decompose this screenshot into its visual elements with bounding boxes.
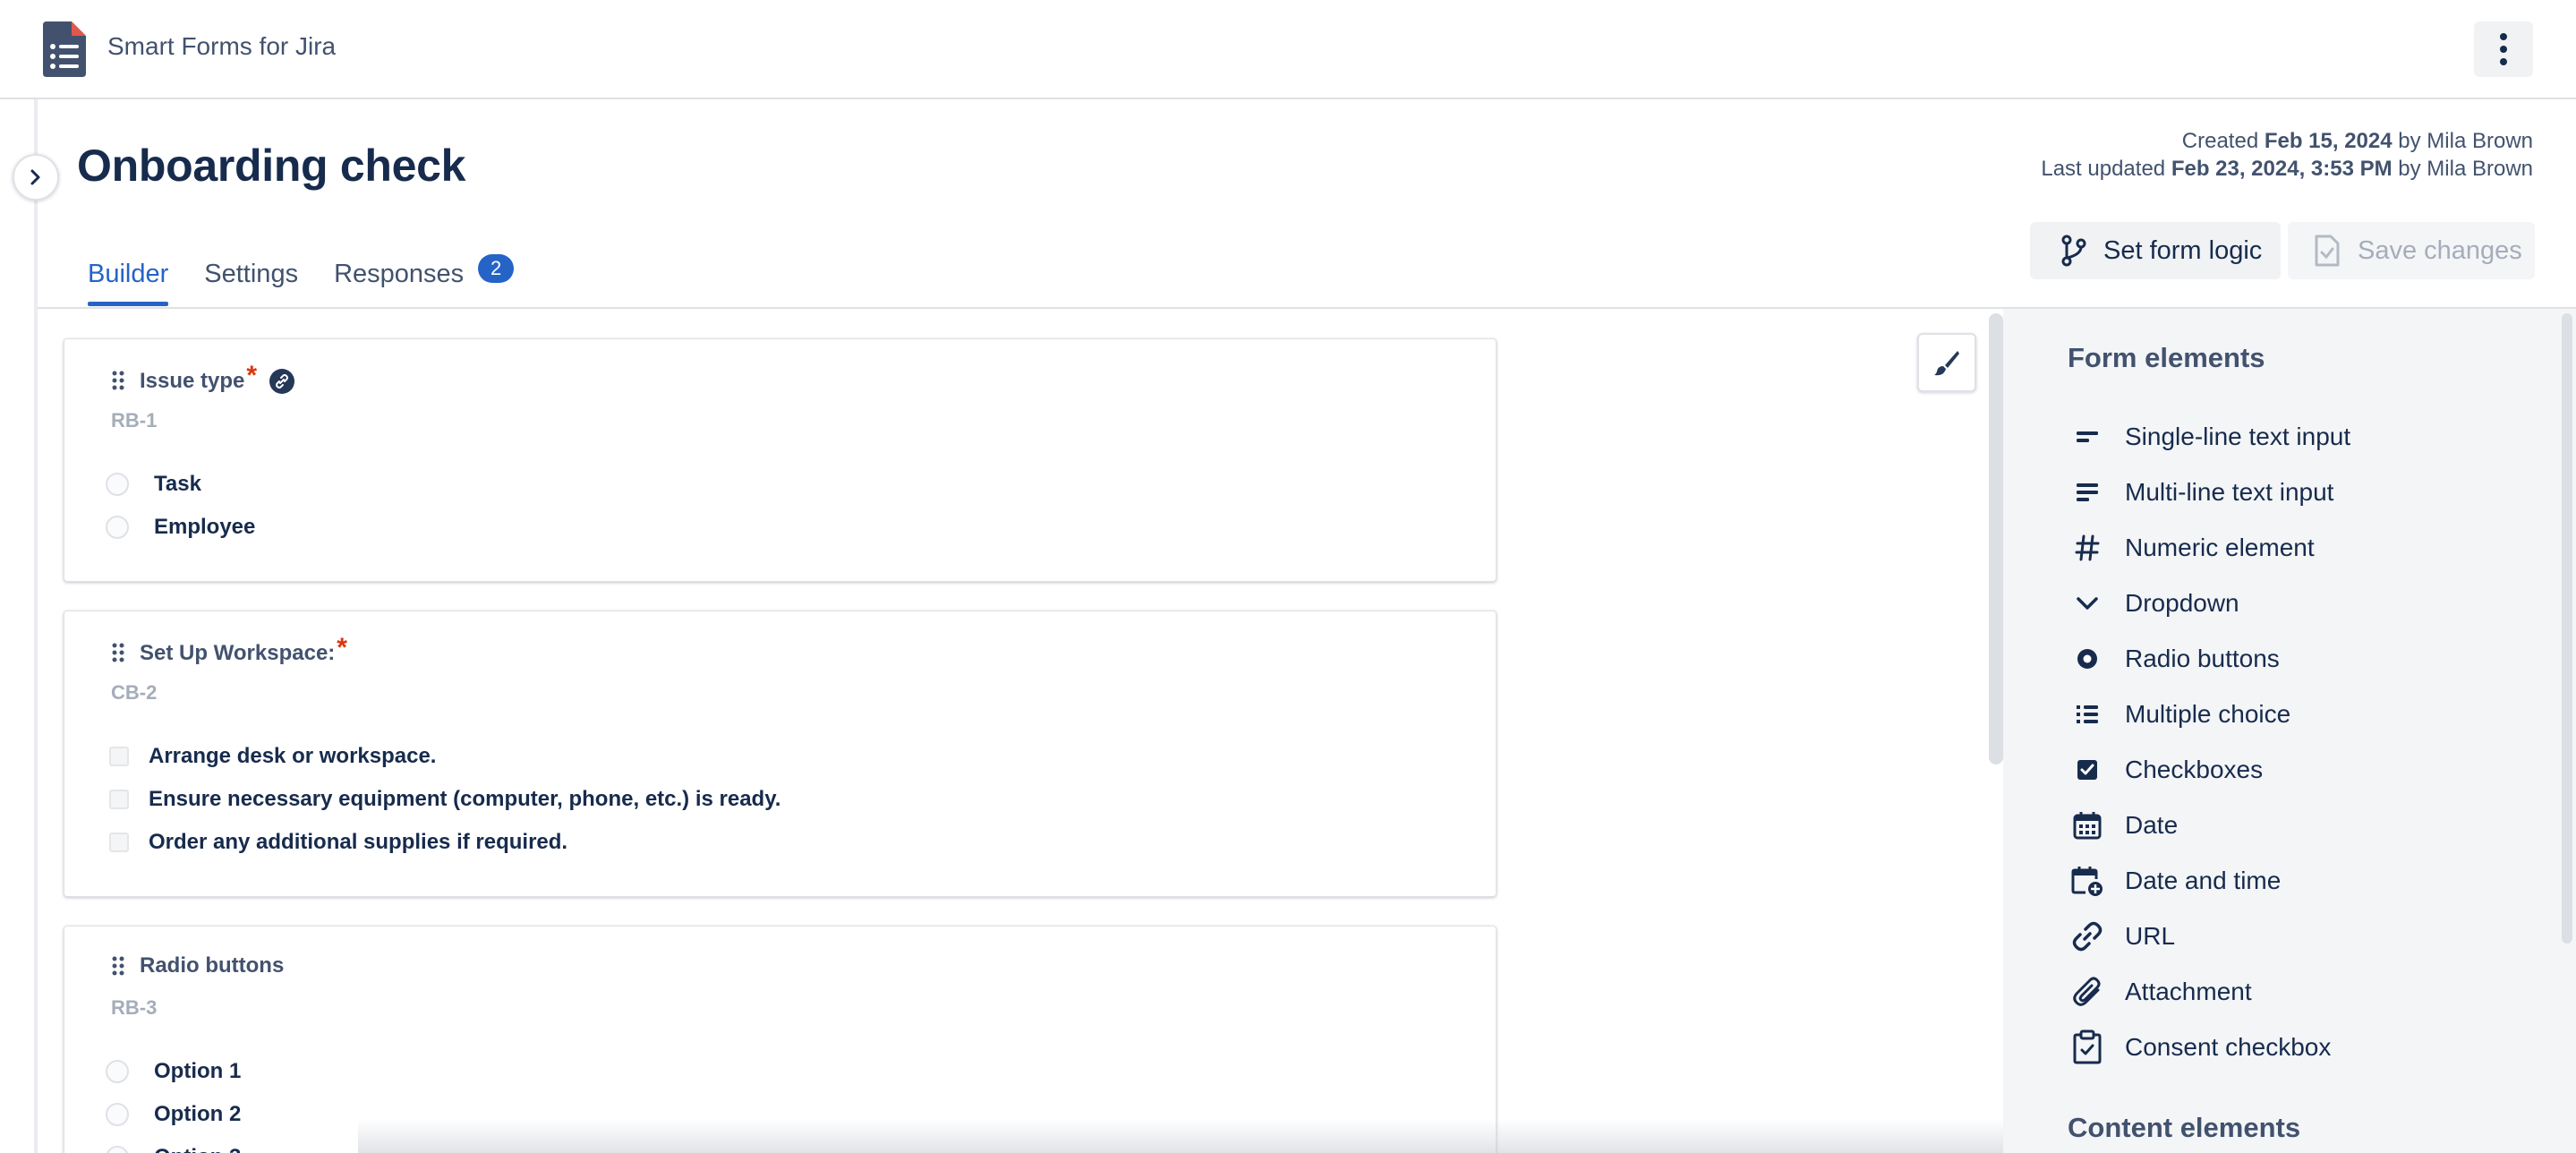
field-label: Set Up Workspace: * — [140, 633, 347, 665]
checkbox-control[interactable] — [109, 747, 129, 766]
element-multi-line-text[interactable]: Multi-line text input — [2068, 473, 2333, 512]
required-marker: * — [337, 633, 347, 662]
form-field-card[interactable]: Set Up Workspace: * CB-2 Arrange desk or … — [64, 611, 1497, 897]
element-attachment[interactable]: Attachment — [2068, 972, 2252, 1012]
radio-icon — [2068, 639, 2107, 679]
field-id: RB-1 — [111, 409, 158, 431]
drag-handle-icon[interactable] — [111, 955, 125, 977]
app-title: Smart Forms for Jira — [107, 32, 337, 60]
page-title: Onboarding check — [77, 141, 466, 191]
field-id: CB-2 — [111, 681, 158, 704]
radio-control[interactable] — [106, 1146, 129, 1153]
content-elements-heading: Content elements — [2068, 1112, 2301, 1143]
tab-settings[interactable]: Settings — [204, 260, 298, 306]
field-id: RB-3 — [111, 996, 158, 1019]
radio-option[interactable]: Option 1 — [64, 1059, 241, 1084]
drag-handle-icon[interactable] — [111, 642, 125, 663]
canvas-scrollbar[interactable] — [1989, 313, 2003, 764]
radio-control[interactable] — [106, 1103, 129, 1126]
panel-scrollbar[interactable] — [2562, 313, 2572, 944]
save-changes-button[interactable]: Save changes — [2288, 222, 2535, 279]
long-text-icon — [2068, 473, 2107, 512]
chevron-right-icon — [30, 169, 40, 185]
radio-option[interactable]: Option 3 — [64, 1145, 241, 1153]
link-icon — [2068, 917, 2107, 956]
paint-brush-icon — [1934, 351, 1959, 376]
link-icon[interactable] — [269, 369, 295, 394]
required-marker: * — [246, 361, 258, 390]
checkbox-control[interactable] — [109, 790, 129, 809]
radio-control[interactable] — [106, 473, 129, 496]
expand-sidebar-button[interactable] — [13, 154, 59, 201]
checkbox-option[interactable]: Order any additional supplies if require… — [64, 830, 567, 855]
left-sidebar-rail — [0, 99, 38, 1153]
file-check-icon — [2315, 235, 2340, 267]
drag-handle-icon[interactable] — [111, 370, 125, 391]
calendar-clock-icon — [2068, 861, 2107, 901]
checkbox-control[interactable] — [109, 833, 129, 852]
checkbox-option[interactable]: Arrange desk or workspace. — [64, 744, 436, 769]
element-date[interactable]: Date — [2068, 806, 2178, 845]
radio-control[interactable] — [106, 516, 129, 539]
set-form-logic-button[interactable]: Set form logic — [2030, 222, 2281, 279]
responses-count-badge: 2 — [478, 254, 515, 283]
form-document-icon — [39, 20, 90, 79]
form-field-card[interactable]: Issue type * RB-1 Task Employee — [64, 338, 1497, 582]
calendar-icon — [2068, 806, 2107, 845]
more-vertical-icon — [2500, 33, 2507, 65]
element-url[interactable]: URL — [2068, 917, 2175, 956]
tab-builder[interactable]: Builder — [88, 260, 169, 306]
element-consent-checkbox[interactable]: Consent checkbox — [2068, 1028, 2331, 1067]
updated-info: Last updated Feb 23, 2024, 3:53 PM by Mi… — [2041, 157, 2533, 181]
paperclip-icon — [2068, 972, 2107, 1012]
element-dropdown[interactable]: Dropdown — [2068, 584, 2239, 623]
form-metadata: Created Feb 15, 2024 by Mila Brown Last … — [2041, 127, 2533, 183]
checkbox-option[interactable]: Ensure necessary equipment (computer, ph… — [64, 787, 780, 812]
short-text-icon — [2068, 417, 2107, 457]
tab-bar: Builder Settings Responses 2 — [88, 254, 550, 306]
hash-icon — [2068, 528, 2107, 568]
tab-responses[interactable]: Responses 2 — [334, 254, 515, 306]
element-numeric[interactable]: Numeric element — [2068, 528, 2315, 568]
more-options-button[interactable] — [2474, 21, 2533, 77]
scroll-fade-overlay — [358, 1119, 2003, 1153]
element-checkboxes[interactable]: Checkboxes — [2068, 750, 2263, 790]
branch-icon — [2061, 235, 2086, 267]
top-bar: Smart Forms for Jira — [0, 0, 2576, 99]
clipboard-check-icon — [2068, 1028, 2107, 1067]
chevron-down-icon — [2068, 584, 2107, 623]
radio-control[interactable] — [106, 1060, 129, 1083]
element-single-line-text[interactable]: Single-line text input — [2068, 417, 2350, 457]
form-elements-heading: Form elements — [2068, 342, 2265, 373]
radio-option[interactable]: Task — [64, 472, 201, 497]
radio-option[interactable]: Option 2 — [64, 1102, 241, 1127]
element-multiple-choice[interactable]: Multiple choice — [2068, 695, 2290, 734]
checkbox-icon — [2068, 750, 2107, 790]
field-label: Issue type * — [140, 361, 295, 397]
radio-option[interactable]: Employee — [64, 515, 255, 540]
list-icon — [2068, 695, 2107, 734]
form-style-button[interactable] — [1917, 333, 1976, 392]
created-info: Created Feb 15, 2024 by Mila Brown — [2181, 129, 2533, 153]
element-radio-buttons[interactable]: Radio buttons — [2068, 639, 2280, 679]
field-label: Radio buttons — [140, 953, 285, 978]
element-date-and-time[interactable]: Date and time — [2068, 861, 2281, 901]
